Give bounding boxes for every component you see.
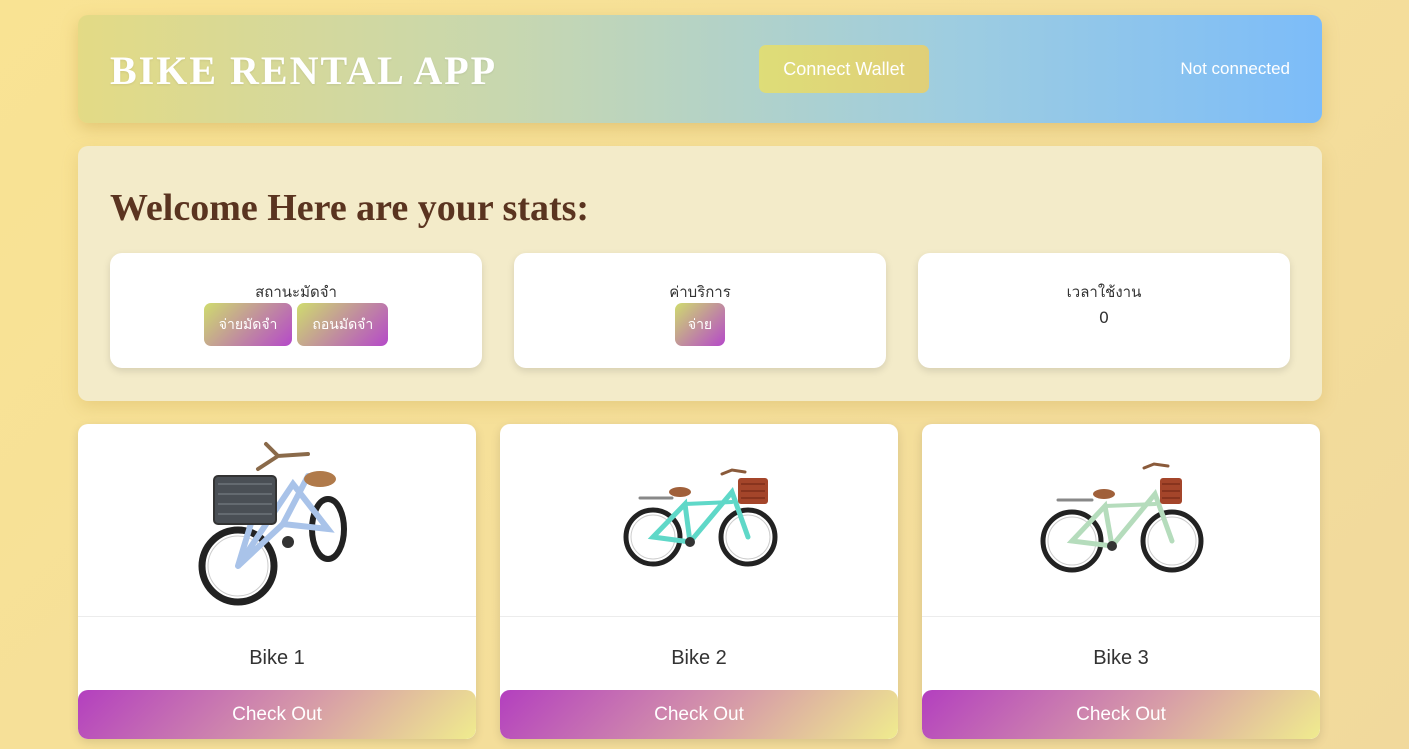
bike-image-1	[78, 424, 476, 617]
bicycle-icon	[623, 468, 778, 567]
bike-image-3	[922, 424, 1320, 617]
usage-card: เวลาใช้งาน 0	[918, 253, 1290, 368]
usage-value: 0	[1098, 308, 1110, 327]
connect-wallet-button[interactable]: Connect Wallet	[759, 45, 929, 93]
bicycle-icon	[1040, 462, 1204, 573]
fee-label: ค่าบริการ	[669, 283, 731, 301]
bike-card-2: Bike 2 Check Out	[500, 424, 898, 739]
bike-name-2: Bike 2	[671, 647, 727, 669]
welcome-heading: Welcome Here are your stats:	[110, 187, 590, 229]
fee-card: ค่าบริการ จ่าย	[514, 253, 886, 368]
deposit-actions: จ่ายมัดจำ ถอนมัดจำ	[110, 303, 482, 346]
app-title: BIKE RENTAL APP	[110, 48, 498, 93]
deposit-card: สถานะมัดจำ จ่ายมัดจำ ถอนมัดจำ	[110, 253, 482, 368]
checkout-button-1[interactable]: Check Out	[78, 690, 476, 739]
pay-deposit-button[interactable]: จ่ายมัดจำ	[203, 303, 293, 346]
pay-fee-button[interactable]: จ่าย	[674, 303, 726, 346]
fee-actions: จ่าย	[514, 303, 886, 346]
withdraw-deposit-button[interactable]: ถอนมัดจำ	[297, 303, 389, 346]
bike-image-2	[500, 424, 898, 617]
app-header: BIKE RENTAL APP Connect Wallet Not conne…	[78, 15, 1322, 123]
bicycle-icon	[198, 442, 347, 606]
checkout-button-2[interactable]: Check Out	[500, 690, 898, 739]
bike-card-3: Bike 3 Check Out	[922, 424, 1320, 739]
deposit-label: สถานะมัดจำ	[255, 283, 337, 301]
bike-name-3: Bike 3	[1093, 647, 1149, 669]
bike-card-1: Bike 1 Check Out	[78, 424, 476, 739]
stats-panel: Welcome Here are your stats: สถานะมัดจำ …	[78, 146, 1322, 401]
checkout-button-3[interactable]: Check Out	[922, 690, 1320, 739]
wallet-status: Not connected	[1180, 59, 1290, 78]
bike-name-1: Bike 1	[249, 647, 305, 669]
usage-label: เวลาใช้งาน	[1066, 283, 1142, 301]
